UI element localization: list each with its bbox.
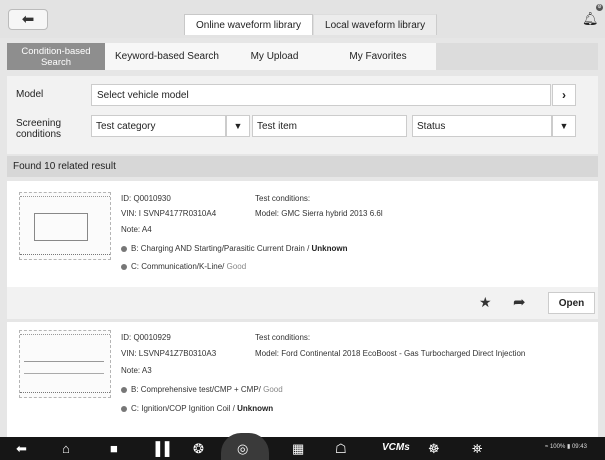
tab-local-library[interactable]: Local waveform library — [313, 14, 438, 35]
tab-my-favorites[interactable]: My Favorites — [320, 43, 436, 70]
multitask-icon[interactable]: ▐▐ — [151, 441, 169, 456]
status-label: Unknown — [237, 404, 274, 413]
screening-label: Screening conditions — [16, 118, 62, 140]
waveform-thumbnail[interactable] — [19, 330, 111, 398]
system-navbar: ⬅ ⌂ ■ ▐▐ ❂ ◎ ▦ ☖ VCMs ☸ ⛯ ≈ 100% ▮ 09:43 — [0, 433, 605, 460]
result-count-bar: Found 10 related result — [7, 156, 598, 177]
top-bar: ⬅ Online waveform library Local waveform… — [0, 0, 605, 38]
record-vin: VIN: LSVNP41Z7B0310A3 — [121, 349, 217, 358]
result-card[interactable]: ID: Q0010930 Test conditions: VIN: I SVN… — [7, 181, 598, 319]
star-icon[interactable]: ★ — [479, 294, 492, 311]
test-line-b: B: Comprehensive test/CMP + CMP/ Good — [121, 385, 283, 395]
back-button[interactable]: ⬅ — [8, 9, 48, 30]
bullet-icon — [121, 406, 127, 412]
test-line-c: C: Communication/K-Line/ Good — [121, 262, 246, 272]
bullet-icon — [121, 264, 127, 270]
tab-condition-based-search[interactable]: Condition-based Search — [7, 43, 105, 70]
card-actions: ★ ➦ Open — [7, 287, 598, 319]
record-note: Note: A3 — [121, 366, 152, 375]
camera-icon[interactable]: ◎ — [237, 441, 248, 456]
test-item-select[interactable]: Test item — [252, 115, 407, 137]
car-icon[interactable]: ☸ — [428, 441, 440, 456]
bullet-icon — [121, 387, 127, 393]
bullet-icon — [121, 246, 127, 252]
tab-my-upload[interactable]: My Upload — [229, 43, 320, 70]
browser-icon[interactable]: ❂ — [193, 441, 204, 456]
status-label: Good — [226, 262, 247, 271]
test-conditions-label: Test conditions: — [255, 194, 311, 203]
record-note: Note: A4 — [121, 225, 152, 234]
status-indicators: ≈ 100% ▮ 09:43 — [545, 444, 587, 450]
status-label: Good — [263, 385, 283, 394]
chevron-right-icon[interactable]: › — [552, 84, 576, 106]
home-icon[interactable]: ☖ — [335, 441, 347, 456]
open-button[interactable]: Open — [548, 292, 595, 314]
user-car-icon[interactable]: ⛯ — [472, 441, 482, 456]
back-arrow-icon: ⬅ — [21, 11, 35, 28]
dropdown-arrow-icon[interactable]: ▼ — [552, 115, 576, 137]
model-select-field[interactable]: Select vehicle model — [91, 84, 551, 106]
home-icon[interactable]: ⌂ — [62, 441, 70, 456]
record-vin: VIN: I SVNP4177R0310A4 — [121, 209, 217, 218]
model-label: Model — [16, 89, 44, 100]
vcm-icon[interactable]: VCMs — [382, 442, 410, 453]
back-icon[interactable]: ⬅ — [16, 441, 27, 456]
library-tabs: Online waveform library Local waveform l… — [184, 14, 438, 35]
record-id: ID: Q0010930 — [121, 194, 171, 203]
test-line-c: C: Ignition/COP Ignition Coil / Unknown — [121, 404, 273, 414]
recent-apps-icon[interactable]: ■ — [110, 441, 118, 456]
filter-panel: Model Select vehicle model › Screening c… — [7, 76, 598, 154]
search-mode-tabs: Condition-based Search Keyword-based Sea… — [7, 43, 598, 70]
record-model: Model: Ford Continental 2018 EcoBoost - … — [255, 349, 526, 358]
record-id: ID: Q0010929 — [121, 333, 171, 342]
test-line-b: B: Charging AND Starting/Parasitic Curre… — [121, 244, 348, 254]
status-label: Unknown — [311, 244, 348, 253]
test-conditions-label: Test conditions: — [255, 333, 311, 342]
tab-online-library[interactable]: Online waveform library — [184, 14, 314, 35]
tab-keyword-based-search[interactable]: Keyword-based Search — [105, 43, 229, 70]
bell-icon[interactable]: 🔔︎ — [582, 11, 599, 27]
status-select[interactable]: Status — [412, 115, 552, 137]
waveform-thumbnail[interactable] — [19, 192, 111, 260]
result-card[interactable]: ID: Q0010929 Test conditions: VIN: LSVNP… — [7, 322, 598, 437]
dropdown-arrow-icon[interactable]: ▼ — [226, 115, 250, 137]
test-category-select[interactable]: Test category — [91, 115, 226, 137]
share-icon[interactable]: ➦ — [513, 293, 526, 311]
scope-icon[interactable]: ▦ — [292, 441, 304, 456]
notification-badge-icon: ⚙ — [596, 4, 603, 11]
record-model: Model: GMC Sierra hybrid 2013 6.6l — [255, 209, 383, 218]
